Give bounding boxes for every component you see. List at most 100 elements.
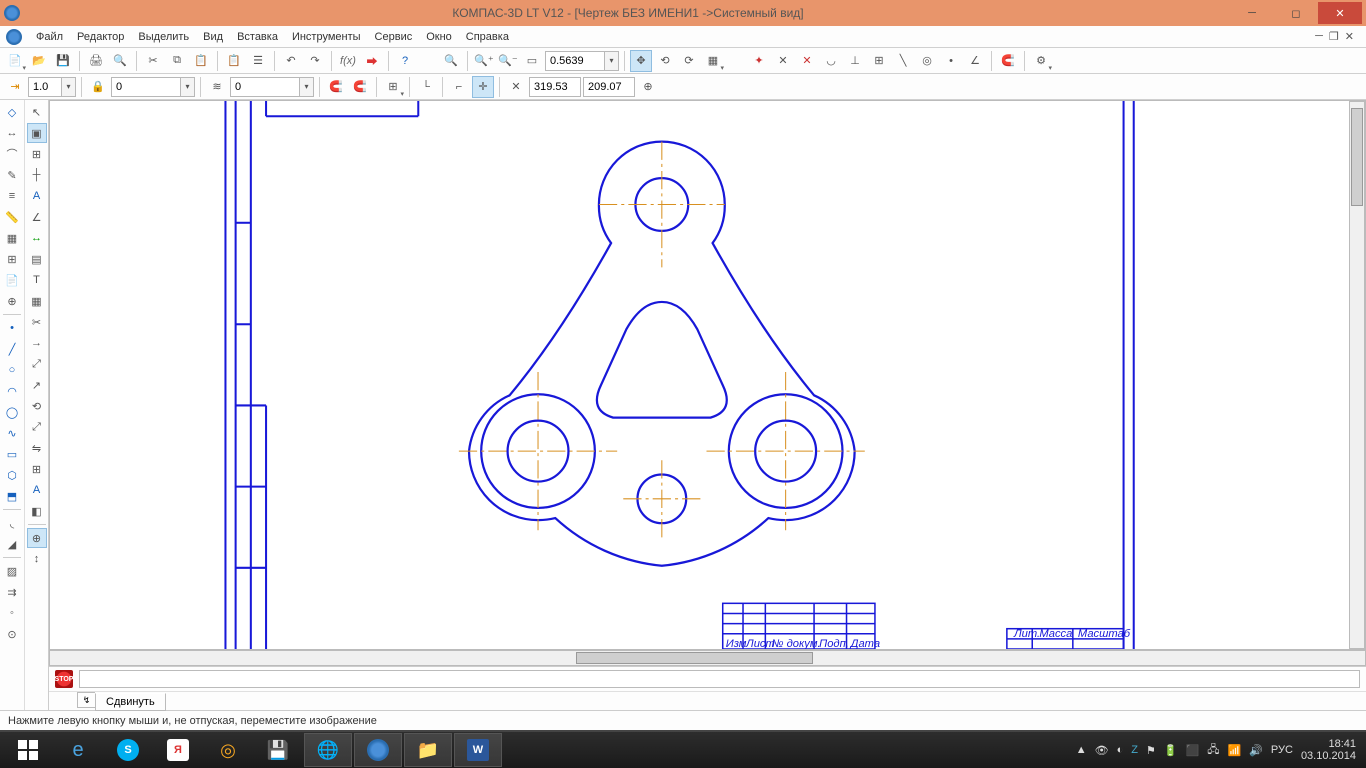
- ie-button[interactable]: e: [54, 733, 102, 767]
- snap-angle-button[interactable]: ∠: [964, 50, 986, 72]
- deform-icon[interactable]: ◧: [27, 501, 47, 521]
- zoom-prev-button[interactable]: ⟲: [654, 50, 676, 72]
- print-button[interactable]: 🖨: [85, 50, 107, 72]
- param-panel-button[interactable]: ≡: [2, 186, 22, 206]
- text-icon[interactable]: A: [27, 186, 47, 206]
- grid-icon[interactable]: ⊞: [27, 144, 47, 164]
- scroll-thumb[interactable]: [576, 652, 813, 664]
- ellipse-tool-button[interactable]: ◯: [2, 402, 22, 422]
- zoom-field[interactable]: 0.5639: [545, 51, 605, 71]
- reports-panel-button[interactable]: 📄: [2, 270, 22, 290]
- spline-tool-button[interactable]: ∿: [2, 423, 22, 443]
- contour-tool-button[interactable]: ⬒: [2, 486, 22, 506]
- select-rect-button[interactable]: ▣: [27, 123, 47, 143]
- chamfer-tool-button[interactable]: ◢: [2, 534, 22, 554]
- copy-props-button[interactable]: 📋: [223, 50, 245, 72]
- tray-clock[interactable]: 18:41 03.10.2014: [1301, 738, 1356, 762]
- spec-panel-button[interactable]: ⊞: [2, 249, 22, 269]
- new-button[interactable]: 📄▾: [4, 50, 26, 72]
- snap-off-button[interactable]: 🧲: [325, 76, 347, 98]
- tray-lang[interactable]: РУС: [1271, 744, 1293, 756]
- hatch-tool-button[interactable]: ▨: [2, 561, 22, 581]
- start-button[interactable]: [4, 733, 52, 767]
- minimize-button[interactable]: ─: [1230, 2, 1274, 24]
- menu-file[interactable]: Файл: [30, 29, 69, 45]
- open-button[interactable]: 📂: [28, 50, 50, 72]
- menu-help[interactable]: Справка: [460, 29, 515, 45]
- edit-panel-button[interactable]: ✎: [2, 165, 22, 185]
- copy-array-icon[interactable]: ⊞: [27, 459, 47, 479]
- snap-near-button[interactable]: ✦: [748, 50, 770, 72]
- mdi-close-icon[interactable]: ✕: [1345, 30, 1354, 43]
- copy-button[interactable]: ⧉: [166, 50, 188, 72]
- move-icon[interactable]: ↗: [27, 375, 47, 395]
- line-tool-button[interactable]: ╱: [2, 339, 22, 359]
- style-combo[interactable]: 0 ▾: [111, 77, 195, 97]
- select-panel-button[interactable]: ▦: [2, 228, 22, 248]
- point-tool-button[interactable]: •: [2, 318, 22, 338]
- pan-active-icon[interactable]: ⊕: [27, 528, 47, 548]
- table-icon[interactable]: ▤: [27, 249, 47, 269]
- horizontal-scrollbar[interactable]: [49, 650, 1366, 666]
- style-lock-button[interactable]: 🔒: [87, 76, 109, 98]
- dimensions-panel-button[interactable]: ↔: [2, 123, 22, 143]
- snap-intersect-button[interactable]: ✕: [796, 50, 818, 72]
- grid-button[interactable]: ⊞▾: [382, 76, 404, 98]
- mirror-icon[interactable]: ⇋: [27, 438, 47, 458]
- circle-tool-button[interactable]: ○: [2, 360, 22, 380]
- interrupt-icon[interactable]: ↯: [77, 692, 95, 708]
- yandex-button[interactable]: Я: [154, 733, 202, 767]
- coord-x-field[interactable]: 319.53: [529, 77, 581, 97]
- break-icon[interactable]: ⤢: [27, 354, 47, 374]
- property-input[interactable]: [79, 670, 1360, 688]
- command-tab[interactable]: Сдвинуть: [95, 693, 166, 711]
- menu-view[interactable]: Вид: [197, 29, 229, 45]
- snap-normal-button[interactable]: ⊥: [844, 50, 866, 72]
- tray-battery-icon[interactable]: 🔋: [1164, 744, 1178, 757]
- text-t-icon[interactable]: T: [27, 270, 47, 290]
- paste-button[interactable]: 📋: [190, 50, 212, 72]
- close-button[interactable]: ✕: [1318, 2, 1362, 24]
- arc-tool-button[interactable]: ◠: [2, 381, 22, 401]
- help-button[interactable]: ?: [394, 50, 416, 72]
- step-button[interactable]: ⇥: [4, 76, 26, 98]
- snap-point-button[interactable]: •: [940, 50, 962, 72]
- save-taskbar-button[interactable]: 💾: [254, 733, 302, 767]
- polygon-tool-button[interactable]: ⬡: [2, 465, 22, 485]
- tray-icon-flag[interactable]: ⚑: [1146, 744, 1156, 757]
- cursor-button[interactable]: ↖: [27, 102, 47, 122]
- redraw-button[interactable]: ⟳: [678, 50, 700, 72]
- equidist-tool-button[interactable]: ◦: [2, 603, 22, 623]
- mdi-restore-icon[interactable]: ❐: [1329, 30, 1339, 43]
- chrome-button[interactable]: 🌐: [304, 733, 352, 767]
- tray-icon-z[interactable]: Z: [1131, 744, 1138, 756]
- menu-insert[interactable]: Вставка: [231, 29, 284, 45]
- tray-icon-3[interactable]: ⬛: [1186, 744, 1200, 757]
- trim-icon[interactable]: ✂: [27, 312, 47, 332]
- step-field[interactable]: 1.0: [28, 77, 62, 97]
- extend-icon[interactable]: →: [27, 333, 47, 353]
- snap-grid-button[interactable]: ⊞: [868, 50, 890, 72]
- skype-button[interactable]: S: [104, 733, 152, 767]
- axis-icon[interactable]: ┼: [27, 165, 47, 185]
- variables-button[interactable]: f(x): [337, 50, 359, 72]
- menu-service[interactable]: Сервис: [369, 29, 419, 45]
- scroll-thumb[interactable]: [1351, 108, 1363, 206]
- stop-button[interactable]: STOP: [55, 670, 73, 688]
- tray-icon-2[interactable]: ◐: [1117, 744, 1124, 756]
- round-button[interactable]: ⌐: [448, 76, 470, 98]
- tray-icon-eye[interactable]: 👁: [1095, 744, 1109, 757]
- rect-tool-button[interactable]: ▭: [2, 444, 22, 464]
- snap-tangent-button[interactable]: ◡: [820, 50, 842, 72]
- coord-y-field[interactable]: 209.07: [583, 77, 635, 97]
- tray-volume-icon[interactable]: 🔊: [1249, 744, 1263, 757]
- angle-icon[interactable]: ∠: [27, 207, 47, 227]
- zoom-out-button[interactable]: 🔍⁻: [497, 50, 519, 72]
- redo-button[interactable]: ↷: [304, 50, 326, 72]
- explorer-button[interactable]: 📁: [404, 733, 452, 767]
- cut-button[interactable]: ✂: [142, 50, 164, 72]
- layer-combo[interactable]: 0 ▾: [230, 77, 314, 97]
- fillet-tool-button[interactable]: ◟: [2, 513, 22, 533]
- step-dropdown-arrow[interactable]: ▾: [62, 77, 76, 97]
- step-combo[interactable]: 1.0 ▾: [28, 77, 76, 97]
